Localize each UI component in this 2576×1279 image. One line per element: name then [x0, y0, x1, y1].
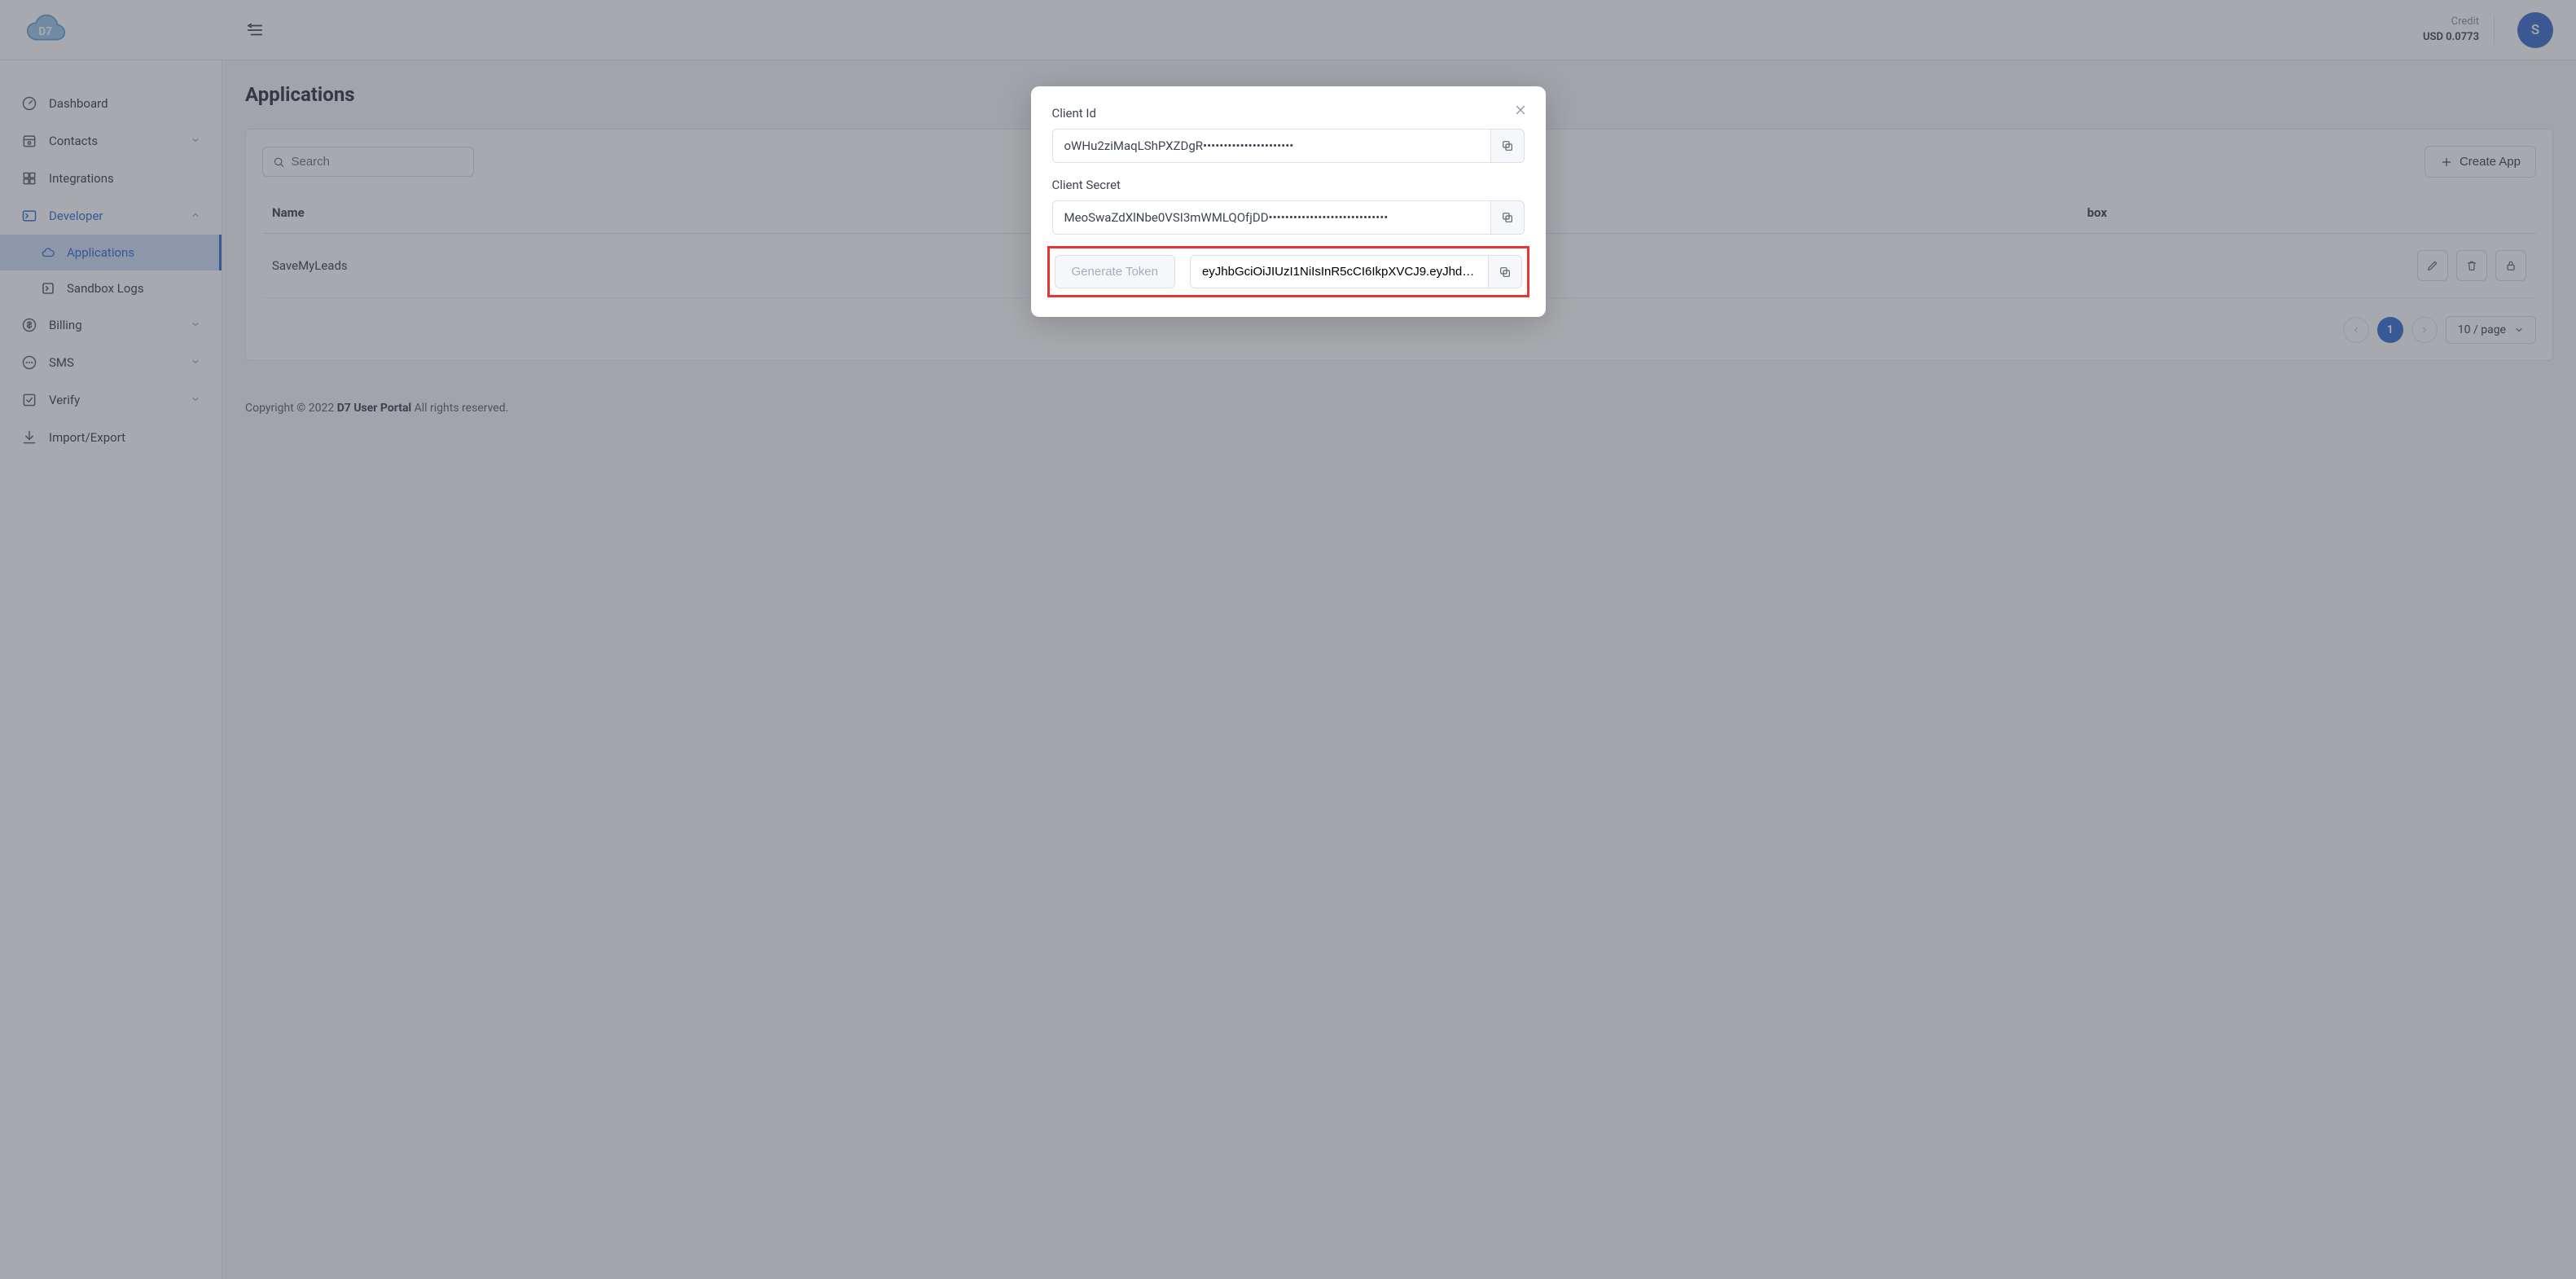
token-row-highlight: Generate Token — [1047, 246, 1529, 297]
copy-client-id-button[interactable] — [1490, 129, 1525, 163]
copy-token-button[interactable] — [1488, 255, 1522, 288]
generate-token-button[interactable]: Generate Token — [1055, 255, 1175, 288]
client-secret-label: Client Secret — [1052, 178, 1525, 192]
copy-icon — [1499, 266, 1512, 279]
copy-client-secret-button[interactable] — [1490, 200, 1525, 235]
client-id-label: Client Id — [1052, 106, 1525, 121]
close-icon — [1513, 103, 1528, 117]
client-id-input[interactable] — [1052, 129, 1490, 163]
close-button[interactable] — [1512, 101, 1529, 119]
copy-icon — [1501, 139, 1514, 152]
client-secret-input[interactable] — [1052, 200, 1490, 235]
credentials-modal: Client Id Client Secret Generate Token — [1031, 86, 1546, 317]
token-input[interactable] — [1190, 255, 1488, 288]
copy-icon — [1501, 211, 1514, 224]
